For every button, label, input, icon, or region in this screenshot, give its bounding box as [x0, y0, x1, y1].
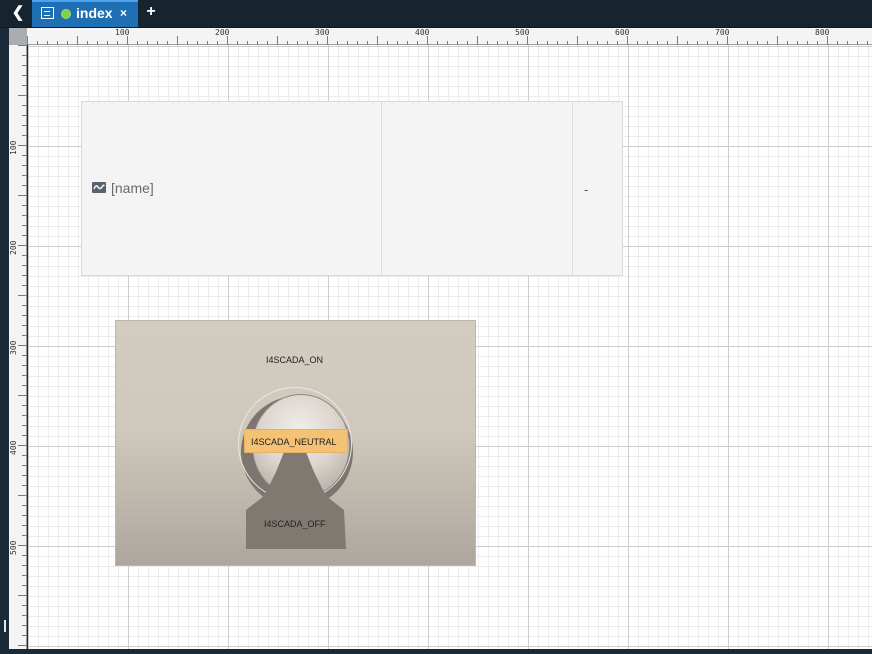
- ruler-label: 500: [9, 540, 18, 555]
- add-tab-button[interactable]: +: [141, 2, 161, 22]
- horizontal-ruler: 100 200 300 400 500 600 700 800: [27, 28, 872, 45]
- signal-name: [name]: [111, 180, 154, 196]
- close-icon[interactable]: ×: [120, 6, 127, 20]
- ruler-corner: [9, 28, 27, 45]
- tab-bar: ❮ index × +: [0, 0, 872, 28]
- tab-label: index: [76, 5, 113, 21]
- switch-on-label: I4SCADA_ON: [266, 355, 324, 365]
- column-divider: [381, 102, 382, 275]
- tab-index[interactable]: index ×: [32, 0, 138, 27]
- ruler-label: 800: [815, 28, 830, 37]
- ruler-label: 400: [415, 28, 430, 37]
- ruler-label: 100: [9, 140, 18, 155]
- vertical-ruler: 100 200 300 400 500: [9, 45, 27, 649]
- ruler-label: 200: [9, 240, 18, 255]
- horizontal-ruler-ticks: 100 200 300 400 500 600 700 800: [27, 28, 868, 45]
- signal-value: -: [584, 182, 589, 197]
- dashboard-icon: [41, 7, 54, 19]
- signal-information-widget[interactable]: [name] -: [81, 101, 623, 276]
- status-dot-icon: [61, 9, 71, 19]
- switch-neutral-label: I4SCADA_NEUTRAL: [251, 437, 337, 447]
- scroll-marker: [4, 620, 6, 632]
- ruler-label: 600: [615, 28, 630, 37]
- ruler-label: 100: [115, 28, 130, 37]
- column-divider: [572, 102, 573, 275]
- ruler-label: 500: [515, 28, 530, 37]
- ruler-label: 400: [9, 440, 18, 455]
- vertical-ruler-ticks: 100 200 300 400 500: [9, 45, 27, 646]
- chevron-left-icon[interactable]: ❮: [6, 3, 30, 23]
- ruler-label: 200: [215, 28, 230, 37]
- knob-pointer-icon: [246, 452, 346, 549]
- switch-off-label: I4SCADA_OFF: [264, 519, 326, 529]
- ruler-label: 700: [715, 28, 730, 37]
- left-panel-strip: [0, 28, 9, 649]
- ruler-label: 300: [315, 28, 330, 37]
- ruler-label: 300: [9, 340, 18, 355]
- rotary-switch-widget[interactable]: I4SCADA_ON I4SCADA_NEUTRAL I4SCADA_OFF: [115, 320, 476, 566]
- signal-wave-icon: [92, 182, 106, 193]
